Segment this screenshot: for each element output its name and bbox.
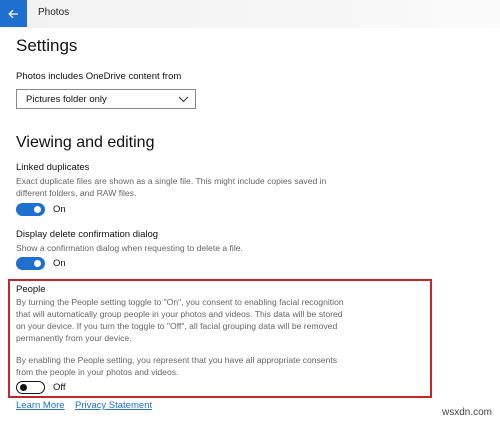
delete-confirm-label: Display delete confirmation dialog	[16, 229, 159, 240]
people-desc-p2-line2: from the people in your photos and video…	[16, 367, 179, 377]
app-title: Photos	[38, 7, 70, 18]
toggle-knob	[34, 206, 41, 213]
delete-confirm-desc: Show a confirmation dialog when requesti…	[16, 243, 243, 253]
dropdown-selected-value: Pictures folder only	[26, 93, 107, 105]
linked-duplicates-toggle[interactable]	[16, 203, 45, 216]
linked-duplicates-label: Linked duplicates	[16, 162, 90, 173]
watermark: wsxdn.com	[441, 407, 492, 418]
onedrive-label: Photos includes OneDrive content from	[16, 71, 182, 82]
section-title-viewing-editing: Viewing and editing	[16, 134, 155, 151]
people-desc-p1-line4: permanently from your device.	[16, 333, 132, 343]
people-toggle[interactable]	[16, 381, 45, 394]
learn-more-link[interactable]: Learn More	[16, 400, 65, 411]
people-desc-p1-line1: By turning the People setting toggle to …	[16, 297, 344, 307]
people-desc-p1-line2: that will automatically group people in …	[16, 309, 343, 319]
toggle-knob	[20, 383, 27, 391]
back-button[interactable]	[0, 0, 27, 27]
people-desc-p1-line3: on your device. If you turn the toggle t…	[16, 321, 338, 331]
people-state: Off	[53, 382, 66, 393]
onedrive-source-dropdown[interactable]: Pictures folder only	[16, 89, 196, 109]
linked-duplicates-state: On	[53, 204, 66, 215]
page-title: Settings	[16, 36, 78, 55]
toggle-knob	[34, 260, 41, 267]
delete-confirm-toggle[interactable]	[16, 257, 45, 270]
people-desc-p2-line1: By enabling the People setting, you repr…	[16, 355, 338, 365]
chevron-down-icon	[178, 96, 189, 103]
linked-duplicates-desc-line2: different folders, and RAW files.	[16, 188, 137, 198]
linked-duplicates-desc-line1: Exact duplicate files are shown as a sin…	[16, 176, 327, 186]
back-arrow-icon	[8, 9, 18, 18]
delete-confirm-state: On	[53, 258, 66, 269]
title-bar: Photos	[0, 0, 500, 28]
privacy-statement-link[interactable]: Privacy Statement	[75, 400, 152, 411]
people-label: People	[16, 284, 46, 295]
